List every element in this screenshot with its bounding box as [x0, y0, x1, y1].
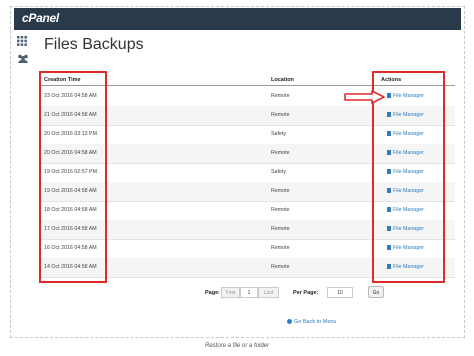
figure-caption: Restore a file or a folder — [204, 343, 270, 349]
per-page-input[interactable]: 10 — [327, 287, 353, 298]
cpanel-logo[interactable]: cPanel — [22, 11, 59, 25]
go-button[interactable]: Go — [368, 286, 384, 298]
back-arrow-icon — [287, 319, 292, 324]
location-cell: Remote — [271, 226, 290, 232]
location-cell: Remote — [271, 188, 290, 194]
location-cell: Remote — [271, 207, 290, 213]
location-cell: Remote — [271, 264, 290, 270]
location-cell: Remote — [271, 93, 290, 99]
users-icon[interactable] — [17, 53, 29, 67]
page-title: Files Backups — [44, 36, 144, 53]
location-cell: Remote — [271, 112, 290, 118]
location-cell: Remote — [271, 150, 290, 156]
top-navigation-bar: cPanel — [14, 8, 461, 30]
highlight-box-creation-time — [39, 71, 107, 283]
location-cell: Safety — [271, 169, 287, 175]
last-page-button[interactable]: Last — [258, 287, 279, 298]
first-page-button[interactable]: First — [221, 287, 240, 298]
go-back-label: Go Back to Menu — [294, 319, 337, 325]
page-label: Page: — [205, 290, 220, 296]
location-cell: Safety — [271, 131, 287, 137]
location-cell: Remote — [271, 245, 290, 251]
current-page-indicator[interactable]: 1 — [240, 287, 258, 298]
grid-icon[interactable] — [17, 35, 27, 49]
per-page-label: Per Page: — [293, 290, 319, 296]
column-header-location[interactable]: Location — [271, 77, 294, 83]
go-back-link[interactable]: Go Back to Menu — [287, 319, 337, 325]
arrow-right-icon — [344, 90, 385, 104]
